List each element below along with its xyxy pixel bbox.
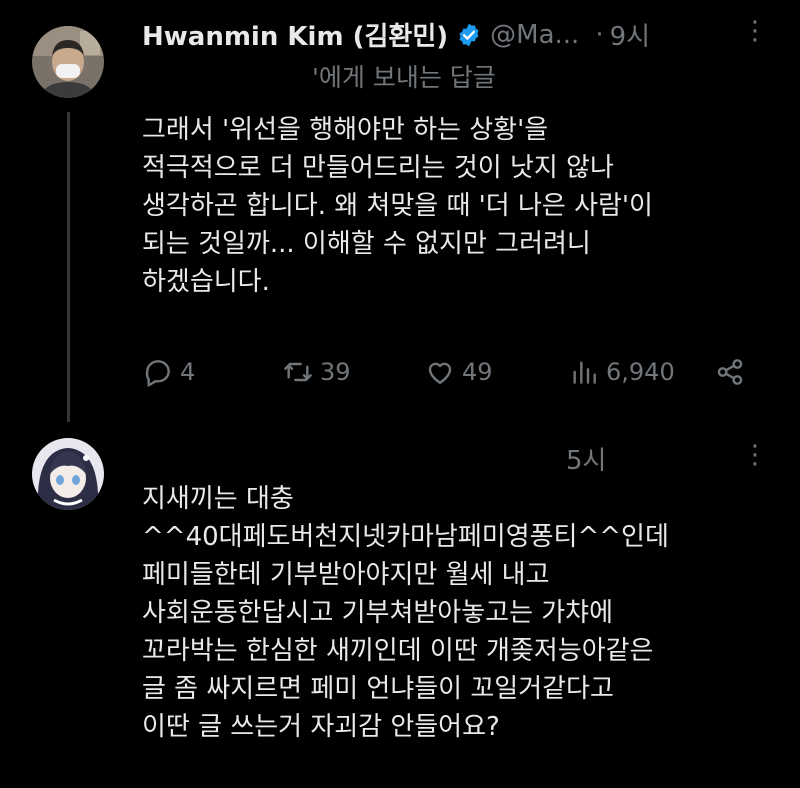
anime-avatar-icon (32, 438, 104, 510)
reply-button[interactable]: 4 (142, 356, 195, 388)
heart-icon (428, 362, 452, 384)
tweet-text: 그래서 '위선을 행해야만 하는 상황'을 적극적으로 더 만들어드리는 것이 … (142, 111, 653, 301)
text-line: 하겠습니다. (142, 267, 270, 297)
views-button[interactable]: 6,940 (568, 356, 675, 388)
timestamp[interactable]: 5시 (566, 440, 606, 477)
text-line: 사회운동한답시고 기부쳐받아놓고는 가챠에 (142, 598, 614, 628)
retweet-button[interactable]: 39 (282, 356, 351, 388)
reply-icon (145, 360, 170, 387)
timestamp[interactable]: 9시 (610, 16, 650, 53)
like-button[interactable]: 49 (424, 356, 493, 388)
retweet-count: 39 (320, 358, 351, 386)
text-line: 그래서 '위선을 행해야만 하는 상황'을 (142, 115, 549, 145)
text-line: 되는 것일까... 이해할 수 없지만 그러려니 (142, 229, 591, 259)
like-count: 49 (462, 358, 493, 386)
profile-photo-icon (32, 26, 104, 98)
action-bar: 4 39 49 6,940 (142, 356, 752, 396)
more-options-icon[interactable]: ⋮ (742, 440, 768, 470)
text-line: 생각하곤 합니다. 왜 쳐맞을 때 '더 나은 사람'이 (142, 191, 653, 221)
text-line: 페미들한테 기부받아야지만 월세 내고 (142, 560, 550, 590)
views-chart-icon (573, 361, 596, 384)
text-line: 지새끼는 대충 (142, 484, 294, 514)
tweet-header: Hwanmin Kim (김환민) @Ma... · 9시 (142, 16, 650, 53)
reply-count: 4 (180, 358, 196, 386)
thread-line (67, 112, 70, 422)
verified-badge-icon (456, 22, 482, 48)
share-icon (717, 359, 743, 385)
text-line: ^^40대페도버천지넷카마남페미영퐁티^^인데 (142, 522, 669, 552)
text-line: 적극적으로 더 만들어드리는 것이 낫지 않나 (142, 153, 614, 183)
tweet-1[interactable]: Hwanmin Kim (김환민) @Ma... · 9시 ⋮ '에게 보내는 … (0, 0, 800, 430)
more-options-icon[interactable]: ⋮ (742, 16, 768, 46)
text-line: 이딴 글 쓰는거 자괴감 안들어요? (142, 712, 500, 742)
tweet-text: 지새끼는 대충 ^^40대페도버천지넷카마남페미영퐁티^^인데 페미들한테 기부… (142, 480, 669, 746)
text-line: 글 좀 싸지르면 페미 언냐들이 꼬일거같다고 (142, 674, 614, 704)
avatar[interactable] (32, 438, 104, 510)
retweet-icon (284, 362, 312, 382)
share-button[interactable] (714, 356, 752, 388)
tweet-2[interactable]: 5시 ⋮ 지새끼는 대충 ^^40대페도버천지넷카마남페미영퐁티^^인데 페미들… (0, 430, 800, 788)
views-count: 6,940 (606, 358, 675, 386)
display-name[interactable]: Hwanmin Kim (김환민) (142, 16, 448, 53)
text-line: 꼬라박는 한심한 새끼인데 이딴 개좆저능아같은 (142, 636, 654, 666)
avatar[interactable] (32, 26, 104, 98)
tweet-header: 5시 (566, 440, 606, 477)
reply-to-label: '에게 보내는 답글 (312, 63, 496, 92)
separator-dot: · (595, 19, 604, 50)
handle[interactable]: @Ma... (490, 20, 579, 50)
